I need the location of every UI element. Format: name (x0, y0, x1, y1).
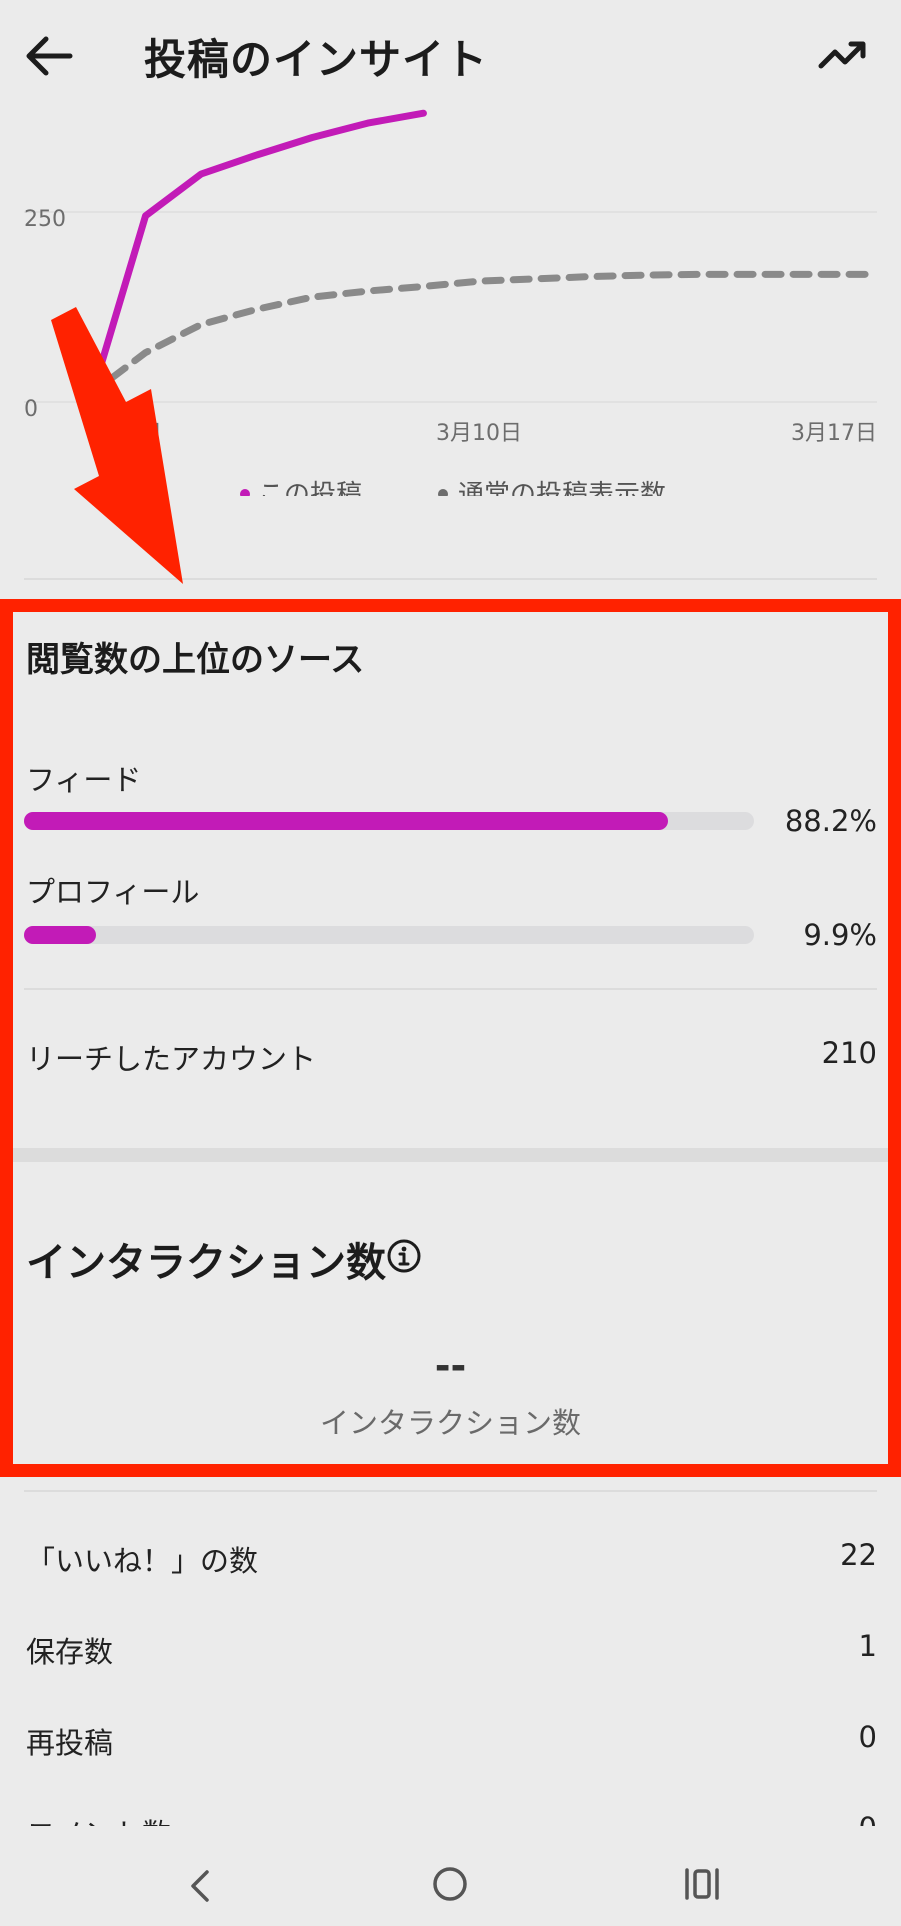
likes-label: 「いいね！」の数 (26, 1544, 259, 1578)
likes-value: 22 (840, 1538, 877, 1572)
legend-dot-this-post (240, 489, 250, 496)
divider (24, 578, 877, 580)
saves-label: 保存数 (26, 1635, 114, 1669)
nav-back-button[interactable] (183, 1866, 219, 1906)
series-line-1 (86, 270, 872, 398)
nav-recents-button[interactable] (682, 1864, 722, 1904)
trend-button[interactable] (815, 30, 871, 80)
x-tick-label: 3月10日 (436, 421, 522, 446)
legend-dot-typical (438, 489, 448, 496)
y-tick-label: 0 (24, 397, 38, 422)
arrow-left-icon (26, 36, 73, 76)
nav-recents-icon (685, 1868, 719, 1900)
views-line-chart: 0 250 3月3日 3月10日 3月17日 この投稿 通常の投稿表示数 (24, 109, 877, 496)
system-nav-bar (0, 1826, 901, 1926)
legend-label-this-post: この投稿 (258, 480, 362, 496)
x-tick-label: 3月17日 (791, 421, 877, 446)
reposts-value: 0 (858, 1720, 877, 1754)
trending-up-icon (818, 41, 866, 69)
saves-value: 1 (858, 1629, 877, 1663)
nav-back-icon (191, 1870, 209, 1902)
page-title: 投稿のインサイト (144, 35, 489, 84)
nav-home-button[interactable] (430, 1864, 470, 1904)
legend-label-typical: 通常の投稿表示数 (458, 480, 666, 496)
back-button[interactable] (22, 28, 78, 84)
highlight-box (0, 599, 901, 1477)
divider (24, 1490, 877, 1492)
reposts-label: 再投稿 (26, 1726, 114, 1760)
y-tick-label: 250 (24, 207, 66, 232)
x-tick-label: 3月3日 (90, 421, 162, 446)
nav-home-icon (433, 1867, 467, 1901)
